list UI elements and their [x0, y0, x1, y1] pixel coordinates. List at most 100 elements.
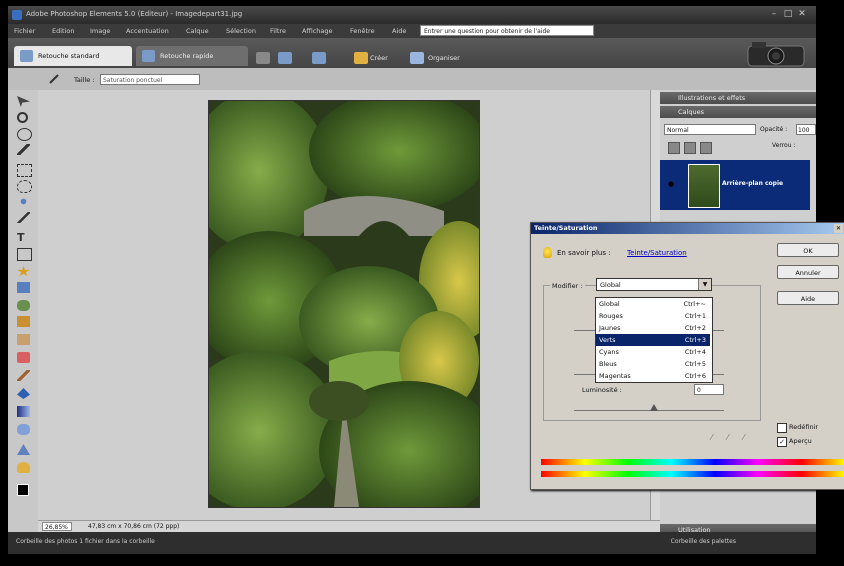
photo-canvas[interactable] — [208, 100, 480, 508]
option-shortcut: Ctrl+5 — [684, 360, 706, 368]
clone-stamp-icon[interactable] — [17, 316, 30, 327]
photo-bin-label[interactable]: Corbeille des photos 1 fichier dans la c… — [16, 538, 155, 545]
options-bar: Taille : Saturation ponctuel — [8, 68, 816, 91]
eyedropper-icon[interactable] — [17, 144, 30, 155]
brush-tool-icon[interactable] — [17, 370, 30, 381]
menu-filtre[interactable]: Filtre — [270, 27, 286, 35]
help-button[interactable]: Aide — [777, 291, 839, 305]
paint-bucket-icon[interactable] — [17, 388, 30, 399]
luminosity-slider-track[interactable] — [574, 410, 724, 411]
option-rouges[interactable]: Rouges Ctrl+1 — [596, 310, 710, 322]
menu-fenetre[interactable]: Fenêtre — [350, 27, 375, 35]
sponge-icon[interactable] — [17, 462, 30, 473]
zoom-tool-icon[interactable] — [17, 112, 28, 123]
menu-fichier[interactable]: Fichier — [14, 27, 35, 35]
create-button[interactable]: Créer — [370, 54, 388, 62]
delete-layer-icon[interactable] — [700, 142, 712, 154]
title-bar: Adobe Photoshop Elements 5.0 (Editeur) -… — [8, 6, 816, 24]
close-icon[interactable]: ✕ — [796, 9, 808, 20]
illustrations-header[interactable]: Illustrations et effets — [660, 92, 816, 104]
preview-checkbox[interactable]: ✓ — [777, 437, 787, 447]
red-eye-icon[interactable] — [17, 282, 30, 293]
eyedropper-icon[interactable]: ⁄ — [711, 433, 719, 443]
selection-brush-icon[interactable] — [17, 212, 30, 223]
menu-calque[interactable]: Calque — [186, 27, 209, 35]
visibility-eye-icon[interactable]: ● — [668, 180, 674, 188]
organize-button[interactable]: Organiser — [428, 54, 460, 62]
new-layer-icon[interactable] — [668, 142, 680, 154]
eyedropper-plus-icon[interactable]: ⁄ — [727, 433, 735, 443]
stamp-tool-icon[interactable] — [17, 334, 30, 345]
option-jaunes[interactable]: Jaunes Ctrl+2 — [596, 322, 710, 334]
colorize-checkbox[interactable] — [777, 423, 787, 433]
option-magentas[interactable]: Magentas Ctrl+6 — [596, 370, 710, 382]
option-label: Jaunes — [599, 324, 621, 332]
option-shortcut: Ctrl+3 — [684, 336, 706, 344]
open-icon[interactable] — [278, 52, 292, 64]
size-label: Taille : — [74, 76, 95, 84]
menu-selection[interactable]: Sélection — [226, 27, 256, 35]
lasso-tool-icon[interactable] — [17, 180, 32, 193]
text-tool-icon[interactable]: T — [17, 232, 30, 243]
organize-icon[interactable] — [410, 52, 424, 64]
help-search-input[interactable]: Entrer une question pour obtenir de l'ai… — [420, 25, 594, 36]
option-global[interactable]: Global Ctrl+~ — [596, 298, 710, 310]
dialog-close-icon[interactable]: ✕ — [834, 224, 843, 233]
layer-name: Arrière-plan copie — [722, 180, 784, 187]
learn-more-link[interactable]: Teinte/Saturation — [627, 249, 687, 257]
option-cyans[interactable]: Cyans Ctrl+4 — [596, 346, 710, 358]
menu-image[interactable]: Image — [90, 27, 110, 35]
dialog-title: Teinte/Saturation — [531, 223, 844, 234]
opacity-field[interactable]: 100 — [796, 124, 816, 135]
menu-bar: Fichier Edition Image Accentuation Calqu… — [8, 24, 816, 38]
tab-retouche-standard[interactable]: Retouche standard — [14, 46, 132, 66]
create-icon[interactable] — [354, 52, 368, 64]
maximize-icon[interactable]: □ — [782, 9, 794, 20]
cancel-button[interactable]: Annuler — [777, 265, 839, 279]
tab-standard-label: Retouche standard — [38, 52, 100, 60]
menu-affichage[interactable]: Affichage — [302, 27, 333, 35]
eyedropper-minus-icon[interactable]: ⁄ — [743, 433, 751, 443]
sponge-tool-icon — [49, 74, 59, 84]
option-label: Cyans — [599, 348, 619, 356]
size-select[interactable]: Saturation ponctuel — [100, 74, 200, 85]
gradient-tool-icon[interactable] — [17, 406, 30, 417]
modify-dropdown[interactable]: Global ▼ — [596, 278, 712, 291]
blur-tool-icon[interactable] — [17, 444, 30, 455]
menu-aide[interactable]: Aide — [392, 27, 406, 35]
luminosity-slider-thumb[interactable] — [650, 404, 658, 411]
lock-icon[interactable] — [256, 52, 270, 64]
cookie-cutter-icon[interactable] — [17, 266, 30, 277]
menu-accentuation[interactable]: Accentuation — [126, 27, 169, 35]
luminosity-label: Luminosité : — [582, 386, 622, 394]
marquee-tool-icon[interactable] — [17, 164, 32, 177]
zoom-field[interactable]: 26,85% — [42, 522, 72, 531]
minimize-icon[interactable]: – — [768, 9, 780, 20]
palette-bin-label[interactable]: Corbeille des palettes — [671, 538, 736, 545]
color-spectrum-bottom — [541, 471, 844, 477]
menu-edition[interactable]: Edition — [52, 27, 75, 35]
healing-brush-icon[interactable] — [17, 300, 30, 311]
adjustment-layer-icon[interactable] — [684, 142, 696, 154]
layer-item[interactable]: ● Arrière-plan copie — [660, 160, 810, 210]
ok-button[interactable]: OK — [777, 243, 839, 257]
modify-value: Global — [600, 281, 621, 289]
option-label: Rouges — [599, 312, 623, 320]
lightbulb-icon — [543, 247, 552, 258]
foreground-color-swatch[interactable] — [17, 484, 29, 496]
move-tool-icon[interactable] — [17, 96, 30, 107]
layers-header[interactable]: Calques — [660, 106, 816, 118]
luminosity-field[interactable]: 0 — [694, 384, 724, 395]
chevron-down-icon[interactable]: ▼ — [698, 279, 711, 290]
crop-tool-icon[interactable] — [17, 248, 32, 261]
option-verts[interactable]: Verts Ctrl+3 — [596, 334, 710, 346]
eraser-tool-icon[interactable] — [17, 352, 30, 363]
shape-tool-icon[interactable] — [17, 424, 30, 435]
hand-tool-icon[interactable] — [17, 128, 32, 141]
tab-retouche-rapide[interactable]: Retouche rapide — [136, 46, 248, 66]
option-bleus[interactable]: Bleus Ctrl+5 — [596, 358, 710, 370]
lock-label: Verrou : — [772, 142, 796, 149]
save-icon[interactable] — [312, 52, 326, 64]
blend-mode-select[interactable]: Normal — [664, 124, 756, 135]
magic-wand-icon[interactable] — [17, 196, 30, 207]
